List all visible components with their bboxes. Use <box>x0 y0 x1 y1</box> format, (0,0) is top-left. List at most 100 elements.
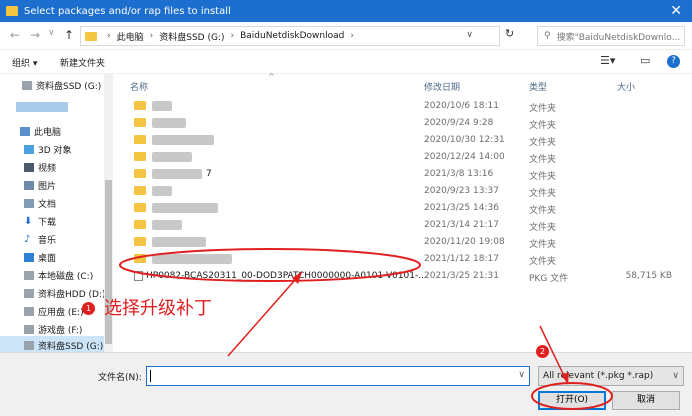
organize-button[interactable]: 组织 ▾ <box>12 56 37 69</box>
step-badge-1: 1 <box>82 302 95 315</box>
table-row[interactable]: 2020/10/6 18:11 文件夹 <box>126 98 678 115</box>
document-icon <box>24 198 34 208</box>
window-title: Select packages and/or rap files to inst… <box>24 5 231 17</box>
preview-pane-icon[interactable]: ▭ <box>640 54 650 67</box>
blurred-name <box>152 118 186 128</box>
file-icon <box>134 271 143 281</box>
help-icon[interactable]: ? <box>667 55 680 68</box>
history-chevron-icon[interactable]: ∨ <box>48 28 55 38</box>
filename-label: 文件名(N): <box>98 373 142 383</box>
sort-caret-icon: ^ <box>268 72 275 81</box>
folder-icon <box>134 152 146 161</box>
folder-icon <box>134 186 146 195</box>
video-icon <box>24 162 34 172</box>
forward-arrow-icon[interactable]: → <box>30 28 40 42</box>
nav-item-drive-c[interactable]: 本地磁盘 (C:) <box>0 266 104 284</box>
pkg-file-name: HP0082-BCAS20311_00-DOD3PATCH0000000-A01… <box>146 271 427 281</box>
chevron-right-icon[interactable]: › <box>107 31 111 41</box>
back-arrow-icon[interactable]: ← <box>10 28 20 42</box>
cube-icon <box>24 144 34 154</box>
nav-item-blurred[interactable] <box>0 98 104 116</box>
command-bar: 组织 ▾ 新建文件夹 ☰▾ ▭ ? <box>0 50 692 74</box>
nav-item-desktop[interactable]: 桌面 <box>0 248 104 266</box>
nav-item-3d-objects[interactable]: 3D 对象 <box>0 140 104 158</box>
desktop-icon <box>24 252 34 262</box>
table-row[interactable]: 2020/10/30 12:31 文件夹 <box>126 132 678 149</box>
view-options-icon[interactable]: ☰▾ <box>600 54 615 67</box>
dialog-footer: 文件名(N): ∨ All relevant (*.pkg *.rap) ∨ 打… <box>0 352 692 416</box>
drive-icon <box>24 324 34 334</box>
chevron-down-icon[interactable]: ∨ <box>518 370 525 380</box>
table-row[interactable]: 2020/12/24 14:00 文件夹 <box>126 149 678 166</box>
blurred-name <box>152 186 172 196</box>
file-list-scrollbar[interactable] <box>680 74 692 352</box>
folder-icon <box>134 101 146 110</box>
blurred-name <box>152 254 232 264</box>
nav-item-drive-g-top[interactable]: 资料盘SSD (G:) <box>0 76 104 94</box>
nav-item-pictures[interactable]: 图片 <box>0 176 104 194</box>
text-caret <box>150 370 151 382</box>
drive-icon <box>24 306 34 316</box>
up-arrow-icon[interactable]: ↑ <box>64 28 74 42</box>
title-bar: Select packages and/or rap files to inst… <box>0 0 692 22</box>
refresh-icon[interactable]: ↻ <box>505 27 514 40</box>
nav-item-this-pc[interactable]: 此电脑 <box>0 122 104 140</box>
nav-item-drive-d[interactable]: 资料盘HDD (D:) <box>0 284 105 302</box>
drive-icon <box>24 340 34 350</box>
folder-icon <box>134 254 146 263</box>
filename-input[interactable]: ∨ <box>146 366 530 386</box>
table-row[interactable]: 2021/1/12 18:17 文件夹 <box>126 251 678 268</box>
table-row-pkg-file[interactable]: HP0082-BCAS20311_00-DOD3PATCH0000000-A01… <box>126 268 678 285</box>
close-icon[interactable]: ✕ <box>670 3 682 19</box>
blurred-name <box>152 237 206 247</box>
step-badge-2: 2 <box>536 345 549 358</box>
nav-item-downloads[interactable]: ⬇ 下载 <box>0 212 104 230</box>
chevron-down-icon[interactable]: ∨ <box>466 30 473 40</box>
folder-icon <box>134 169 146 178</box>
open-button[interactable]: 打开(O) <box>538 391 606 410</box>
nav-item-music[interactable]: ♪ 音乐 <box>0 230 104 248</box>
drive-icon <box>22 80 32 90</box>
table-row[interactable]: 2020/9/23 13:37 文件夹 <box>126 183 678 200</box>
column-type[interactable]: 类型 <box>529 80 547 93</box>
file-type-filter[interactable]: All relevant (*.pkg *.rap) ∨ <box>538 366 684 386</box>
column-name[interactable]: 名称 <box>130 80 148 93</box>
blurred-item <box>16 102 68 112</box>
download-icon: ⬇ <box>24 215 33 227</box>
breadcrumb-this-pc[interactable]: 此电脑 <box>117 30 144 43</box>
table-row[interactable]: 2020/9/24 9:28 文件夹 <box>126 115 678 132</box>
folder-icon <box>134 237 146 246</box>
search-placeholder: 搜索"BaiduNetdiskDownlo... <box>556 32 681 43</box>
folder-icon <box>134 135 146 144</box>
blurred-name <box>152 220 182 230</box>
annotation-text: 选择升级补丁 <box>104 298 212 319</box>
folder-icon <box>134 203 146 212</box>
path-box[interactable]: › 此电脑 › 资料盘SSD (G:) › BaiduNetdiskDownlo… <box>80 26 500 46</box>
table-row[interactable]: 2020/11/20 19:08 文件夹 <box>126 234 678 251</box>
address-bar: ← → ∨ ↑ › 此电脑 › 资料盘SSD (G:) › BaiduNetdi… <box>0 22 692 50</box>
breadcrumb-baidu[interactable]: BaiduNetdiskDownload <box>240 31 344 41</box>
chevron-right-icon[interactable]: › <box>150 31 154 41</box>
folder-icon <box>85 31 97 41</box>
chevron-right-icon[interactable]: › <box>230 31 234 41</box>
table-row[interactable]: 2021/3/14 21:17 文件夹 <box>126 217 678 234</box>
blurred-name <box>152 101 172 111</box>
table-row[interactable]: 2021/3/25 14:36 文件夹 <box>126 200 678 217</box>
chevron-down-icon[interactable]: ∨ <box>672 367 679 385</box>
blurred-name <box>152 152 192 162</box>
column-size[interactable]: 大小 <box>617 80 635 93</box>
cancel-button[interactable]: 取消 <box>612 391 680 410</box>
column-date[interactable]: 修改日期 <box>424 80 460 93</box>
breadcrumb-drive-g[interactable]: 资料盘SSD (G:) <box>159 30 224 43</box>
chevron-right-icon[interactable]: › <box>350 31 354 41</box>
nav-item-videos[interactable]: 视频 <box>0 158 104 176</box>
table-row[interactable]: 7 2021/3/8 13:16 文件夹 <box>126 166 678 183</box>
nav-item-drive-g[interactable]: 资料盘SSD (G:) <box>0 336 104 352</box>
folder-icon <box>134 118 146 127</box>
drive-icon <box>24 288 34 298</box>
folder-app-icon <box>6 6 18 16</box>
nav-item-documents[interactable]: 文档 <box>0 194 104 212</box>
search-input[interactable]: ⚲ 搜索"BaiduNetdiskDownlo... <box>537 26 685 46</box>
folder-icon <box>134 220 146 229</box>
new-folder-button[interactable]: 新建文件夹 <box>60 56 105 69</box>
